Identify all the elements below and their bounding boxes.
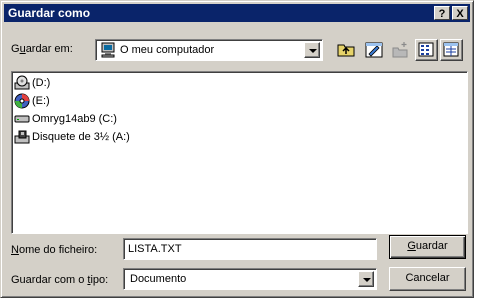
details-view-button[interactable]	[440, 39, 463, 61]
computer-icon	[100, 42, 116, 58]
chevron-down-icon[interactable]	[358, 271, 374, 287]
list-item[interactable]: (E:)	[14, 93, 50, 109]
filename-input[interactable]: LISTA.TXT	[123, 238, 377, 260]
lookin-label: Guardar em:	[11, 43, 73, 55]
window-title: Guardar como	[8, 6, 91, 20]
filetype-value: Documento	[130, 273, 187, 285]
file-name: (E:)	[32, 95, 50, 107]
new-folder-icon	[365, 42, 383, 58]
list-item[interactable]: (D:)	[14, 75, 50, 91]
file-name: Disquete de 3½ (A:)	[32, 131, 130, 143]
create-folder-button[interactable]	[363, 39, 385, 61]
folder-up-icon	[337, 44, 355, 57]
title-bar: Guardar como ? X	[4, 4, 470, 22]
file-name: (D:)	[32, 77, 51, 89]
details-view-icon	[443, 42, 459, 57]
save-as-dialog: Guardar como ? X Guardar em: O meu compu…	[0, 0, 474, 298]
lookin-dropdown[interactable]: O meu computador	[95, 39, 323, 61]
save-button[interactable]: Guardar	[389, 235, 466, 259]
list-item[interactable]: Omryg14ab9 (C:)	[14, 111, 117, 127]
filetype-label: Guardar com o tipo:	[11, 274, 109, 286]
filetype-dropdown[interactable]: Documento	[123, 268, 377, 290]
filename-value: LISTA.TXT	[128, 243, 182, 255]
help-button[interactable]: ?	[434, 6, 450, 20]
list-item[interactable]: Disquete de 3½ (A:)	[14, 129, 130, 145]
folder-new-icon	[392, 42, 408, 58]
floppy-drive-icon	[14, 129, 30, 145]
up-one-level-button[interactable]	[335, 39, 357, 61]
hard-drive-icon	[14, 111, 30, 127]
network-button[interactable]	[389, 39, 411, 61]
filename-label: Nome do ficheiro:	[11, 244, 98, 256]
file-name: Omryg14ab9 (C:)	[32, 113, 117, 125]
chevron-down-icon[interactable]	[304, 42, 320, 58]
cancel-button[interactable]: Cancelar	[389, 267, 466, 291]
close-button[interactable]: X	[452, 6, 468, 20]
cd-drive-icon	[14, 75, 30, 91]
list-view-button[interactable]	[415, 39, 438, 61]
dvd-drive-icon	[14, 93, 30, 109]
file-list[interactable]: (D:) (E:) Omryg14ab9 (C:) Disquete de 3½…	[11, 71, 468, 234]
list-view-icon	[418, 42, 434, 57]
lookin-value: O meu computador	[120, 44, 215, 56]
